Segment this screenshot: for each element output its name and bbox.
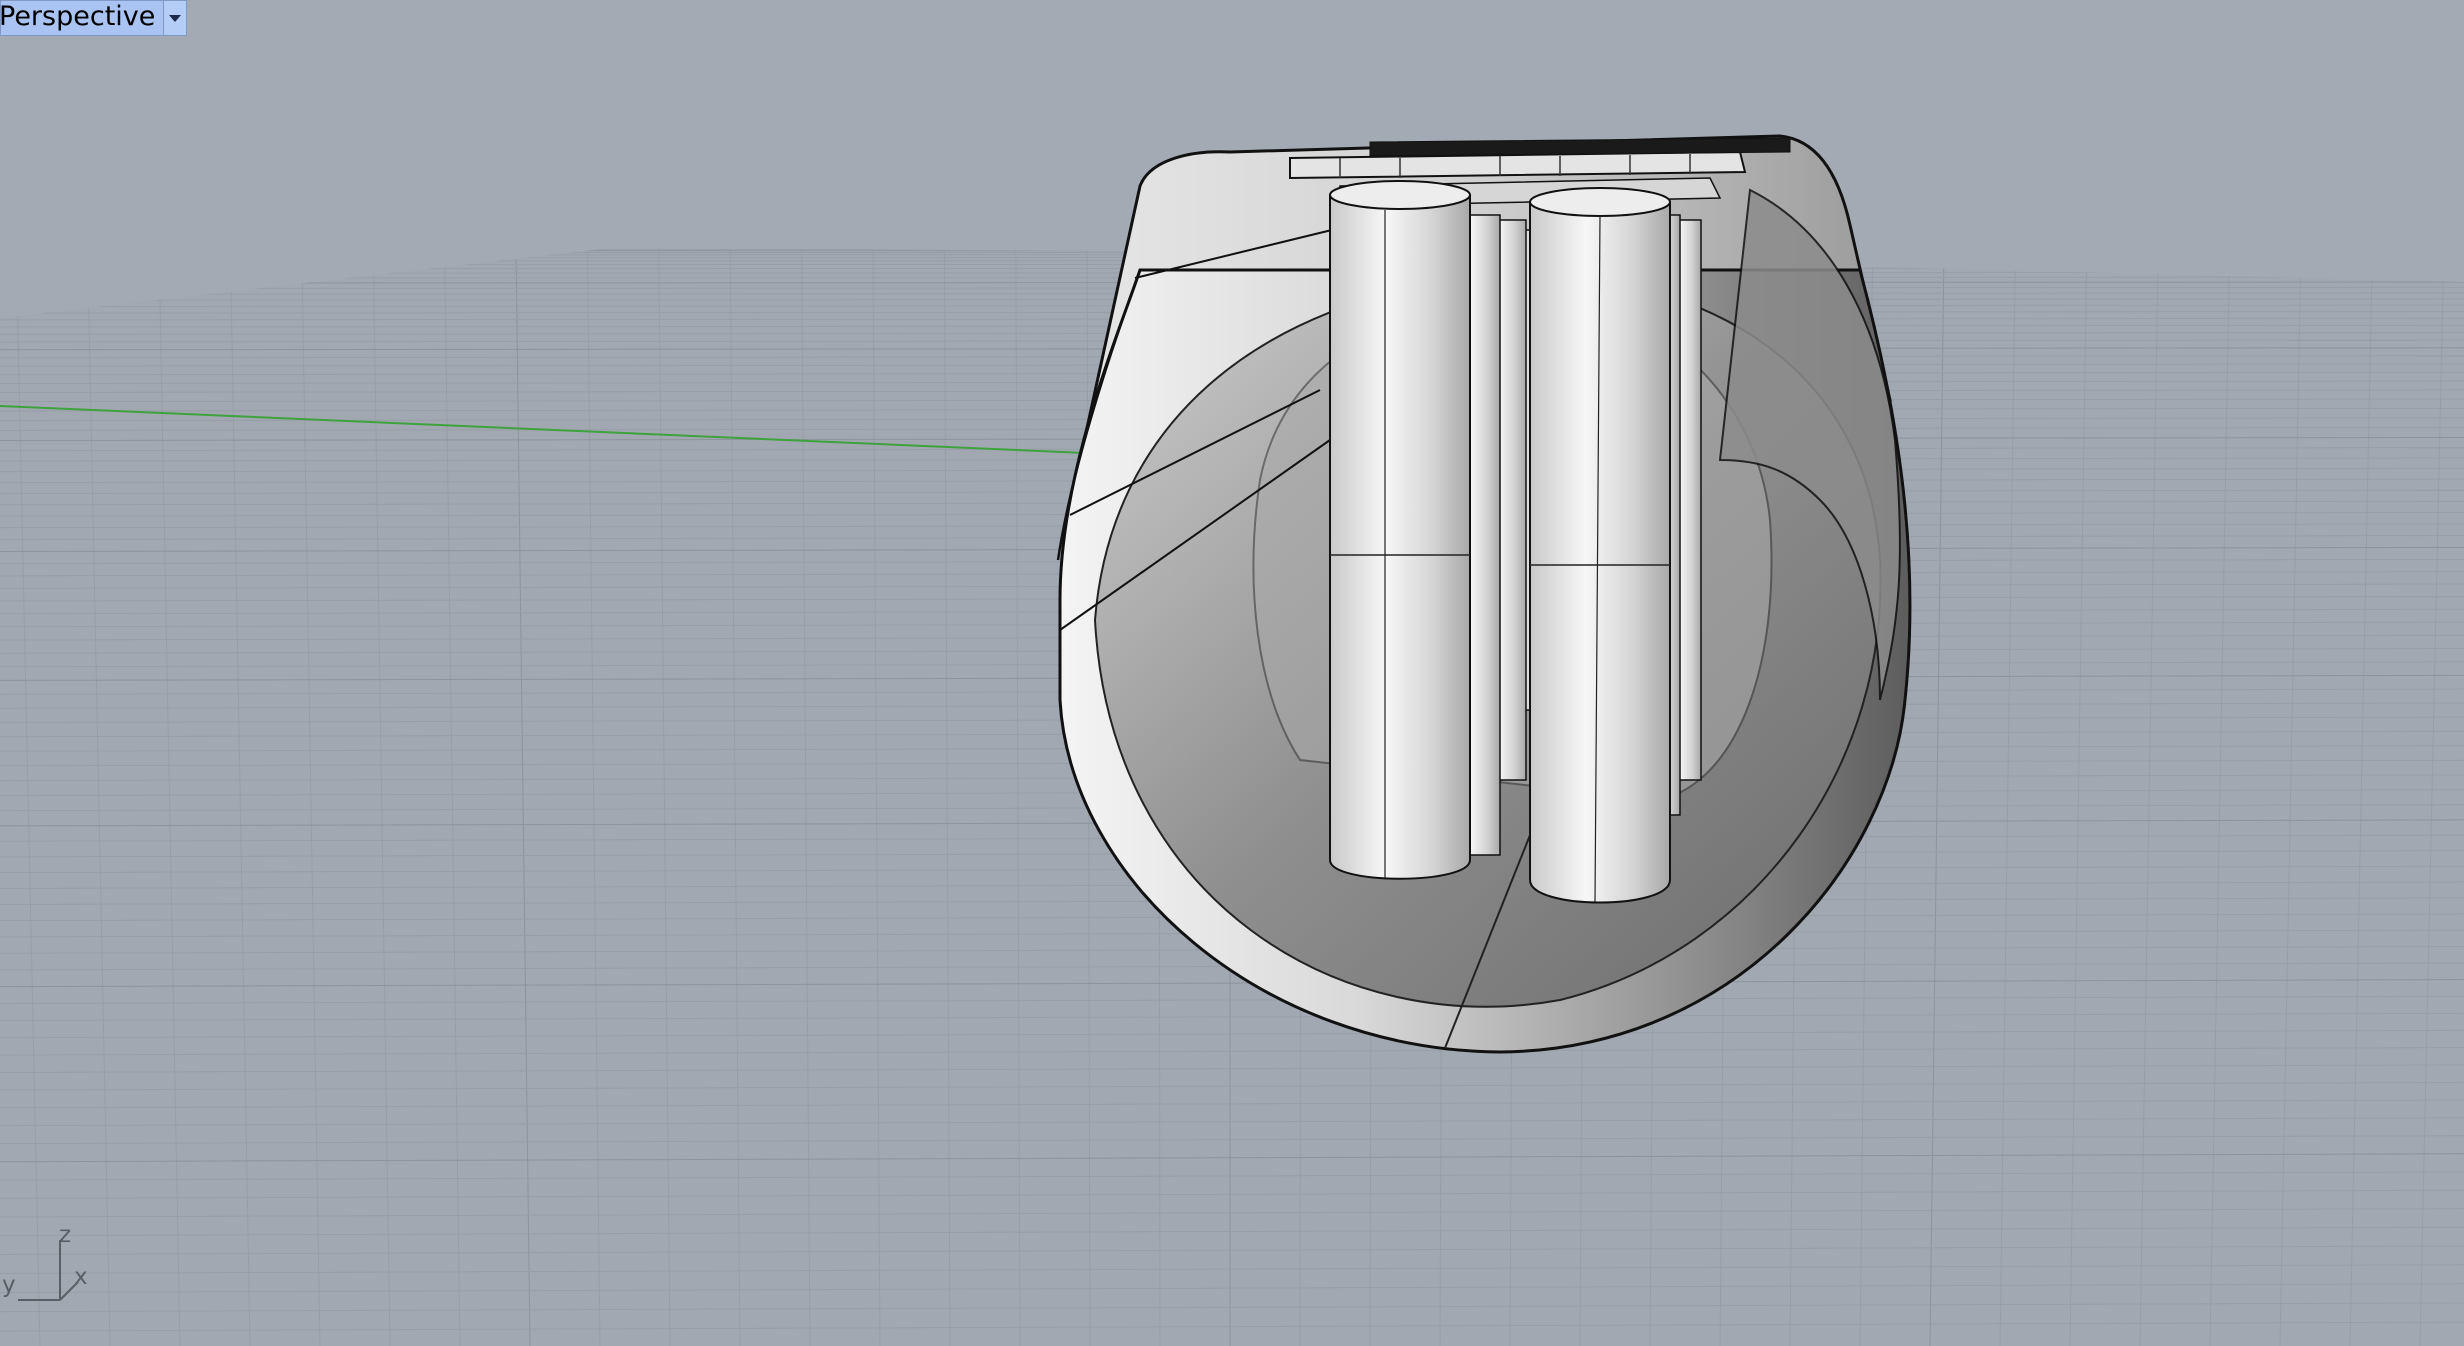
scene-canvas[interactable] [0,0,2464,1346]
viewport-title[interactable]: Perspective [0,1,163,35]
viewport-tab[interactable]: Perspective [0,0,188,36]
axis-x-label: x [74,1264,88,1290]
axis-z-label: z [59,1222,72,1248]
perspective-viewport[interactable]: Perspective z x y [0,0,2464,1346]
cylinder-front-left[interactable] [1329,180,1471,880]
chevron-down-icon[interactable] [163,1,187,35]
axis-y-label: y [2,1272,16,1298]
cylinder-front-right[interactable] [1529,187,1671,904]
